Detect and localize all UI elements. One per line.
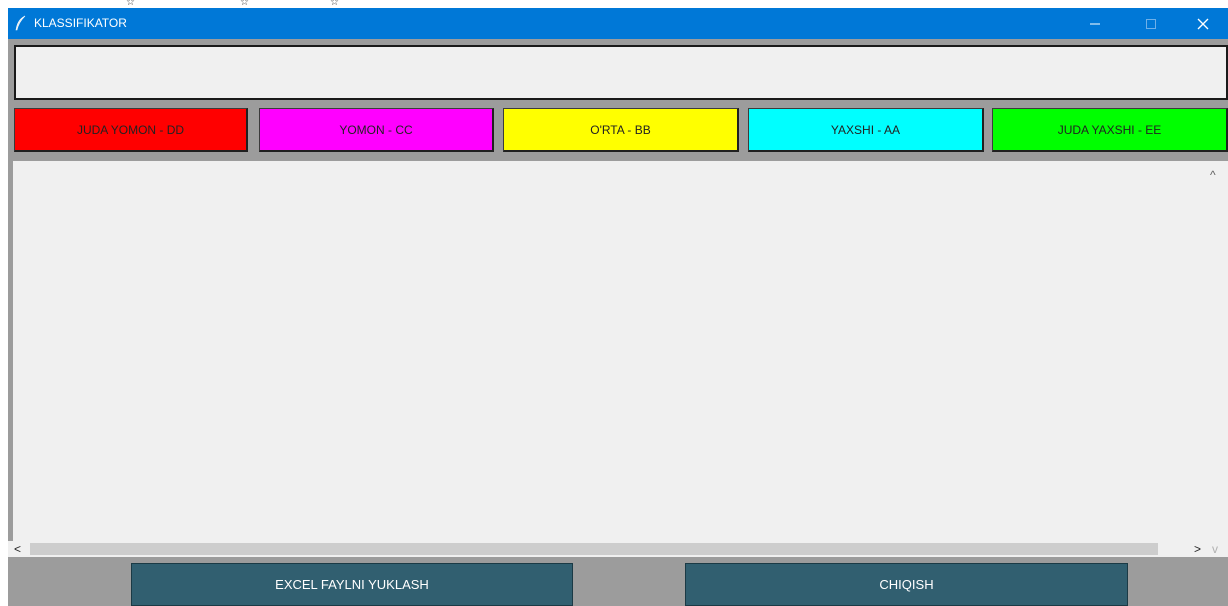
scroll-right-icon[interactable]: > <box>1194 543 1201 555</box>
scroll-thumb[interactable] <box>30 543 1158 555</box>
star-icon: ☆ <box>126 0 135 8</box>
top-strip: ☆ ☆ ☆ <box>0 0 1228 8</box>
window-title: KLASSIFIKATOR <box>34 16 127 30</box>
grade-button-aa[interactable]: YAXSHI - AA <box>748 108 984 152</box>
exit-button[interactable]: CHIQISH <box>685 563 1128 606</box>
scroll-left-icon[interactable]: < <box>14 543 21 555</box>
feather-icon <box>14 15 28 31</box>
scroll-up-icon[interactable]: ^ <box>1210 169 1216 181</box>
close-button[interactable] <box>1180 8 1226 39</box>
scroll-down-icon[interactable]: v <box>1212 543 1218 555</box>
maximize-button[interactable] <box>1128 8 1174 39</box>
maximize-icon <box>1146 18 1156 29</box>
star-icon: ☆ <box>240 0 249 8</box>
app-window: KLASSIFIKATOR JUDA YOMON - DD YOMON - CC… <box>8 8 1228 606</box>
minimize-icon <box>1090 23 1100 24</box>
scrollbar-corner: v <box>1208 541 1228 557</box>
grade-button-cc[interactable]: YOMON - CC <box>259 108 494 152</box>
vertical-scrollbar[interactable]: ^ v <box>1204 161 1228 561</box>
minimize-button[interactable] <box>1072 8 1118 39</box>
grade-button-bb[interactable]: O'RTA - BB <box>503 108 739 152</box>
star-icon: ☆ <box>330 0 339 8</box>
content-area[interactable] <box>13 161 1228 541</box>
horizontal-scrollbar[interactable]: < > <box>8 541 1208 557</box>
close-icon <box>1197 18 1209 29</box>
text-entry[interactable] <box>14 45 1228 100</box>
title-bar[interactable]: KLASSIFIKATOR <box>8 8 1228 39</box>
load-excel-button[interactable]: EXCEL FAYLNI YUKLASH <box>131 563 573 606</box>
grade-button-ee[interactable]: JUDA YAXSHI - EE <box>992 108 1228 152</box>
grade-button-dd[interactable]: JUDA YOMON - DD <box>14 108 248 152</box>
